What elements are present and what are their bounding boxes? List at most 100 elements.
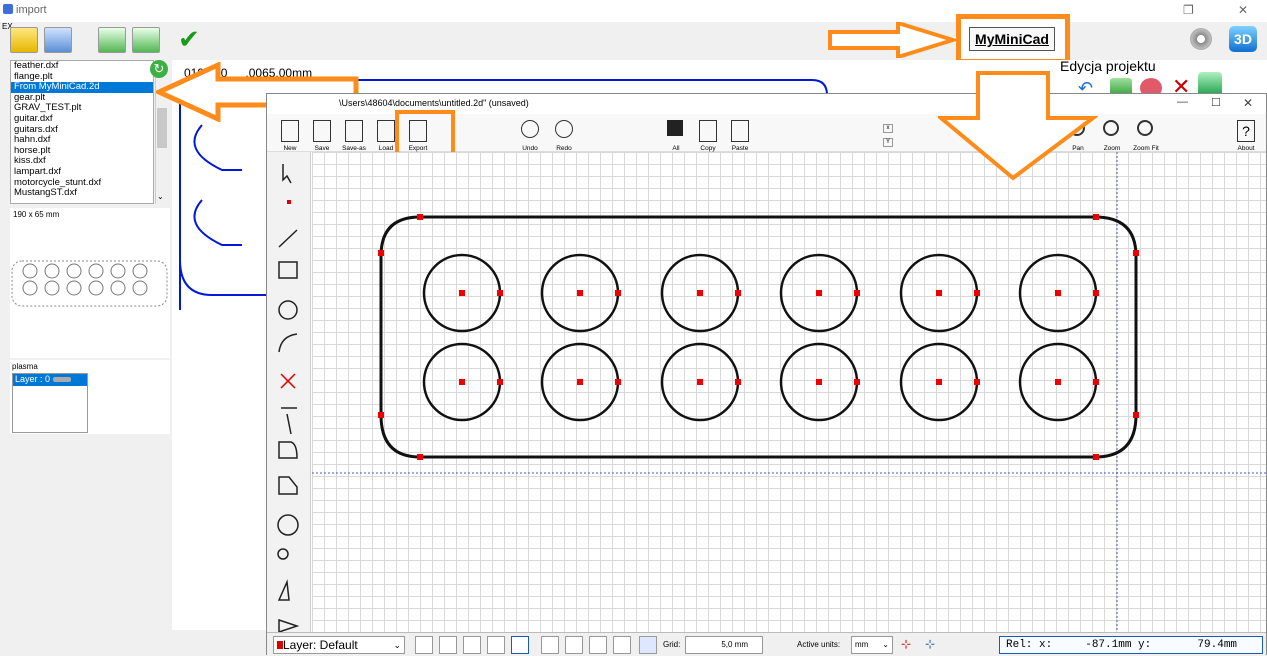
about-button[interactable]: ? About	[1229, 118, 1263, 152]
3d-view-icon[interactable]: 3D	[1229, 26, 1257, 52]
size-label: 190 x 65 mm	[13, 210, 60, 219]
units-label: Active units:	[797, 640, 841, 649]
save-button[interactable]: Save	[305, 118, 339, 152]
redo-arrow-icon	[555, 120, 573, 138]
zoom-fit-button[interactable]: Zoom Fit	[1129, 118, 1163, 152]
circle-tool-icon	[278, 300, 298, 320]
preview-panel: 190 x 65 mm	[10, 208, 170, 358]
chamfer-tool-icon	[278, 476, 298, 495]
select-all-icon	[667, 120, 683, 136]
snap-c-icon[interactable]	[511, 636, 529, 654]
select-all-button[interactable]: All	[659, 118, 693, 152]
layer-item-label: Layer : 0	[15, 374, 51, 384]
outer-restore-icon[interactable]: ❐	[1183, 3, 1194, 17]
scale-icon[interactable]	[463, 636, 481, 654]
paste-icon	[731, 120, 749, 142]
all-label: All	[672, 145, 680, 152]
zoom-fit-icon	[1137, 120, 1153, 136]
copy-label: Copy	[700, 145, 716, 152]
new-label: New	[283, 145, 297, 152]
edit-save-icon[interactable]	[44, 27, 72, 53]
copy-icon	[699, 120, 717, 142]
orange-arrow-down	[938, 71, 1098, 181]
copy-button[interactable]: Copy	[691, 118, 725, 152]
move-tool-icon	[278, 618, 300, 634]
layer-list[interactable]: Layer : 0	[12, 373, 88, 433]
hole-circles	[422, 253, 1098, 422]
cut-tool-icon	[281, 407, 297, 435]
drawing-canvas[interactable]	[312, 152, 1266, 632]
outer-close-icon[interactable]: ✕	[1238, 3, 1248, 17]
units-select[interactable]: mm ⌄	[851, 636, 893, 654]
app-icon	[3, 4, 13, 14]
outer-window-title: import	[16, 4, 47, 16]
trim-tool-icon	[280, 373, 296, 389]
outline-shape	[379, 215, 1138, 459]
layer-color-swatch	[52, 377, 71, 383]
chevron-down-icon[interactable]: ⌄	[157, 192, 164, 201]
arc-tool-icon	[278, 333, 298, 353]
close-icon[interactable]: ✕	[1243, 96, 1253, 110]
zoom-label: Zoom	[1103, 145, 1121, 152]
file-item[interactable]: lampart.dxf	[11, 166, 153, 178]
layer-item[interactable]: Layer : 0	[13, 374, 87, 386]
undo-button[interactable]: Undo	[513, 118, 547, 152]
minimize-icon[interactable]: —	[1177, 96, 1188, 108]
new-button[interactable]: New	[273, 118, 307, 152]
grid-size-input[interactable]: 5,0 mm	[685, 636, 763, 654]
save-icon	[313, 120, 331, 142]
mm-status-bar: Layer: Default ⌄ Grid: 5,0 mm Active unit…	[267, 632, 1266, 656]
add-file-icon[interactable]	[98, 27, 126, 53]
about-label: About	[1237, 145, 1255, 152]
snap-grid-icon[interactable]	[565, 636, 583, 654]
save-as-icon	[345, 120, 363, 142]
layer-select[interactable]: Layer: Default ⌄	[273, 636, 405, 654]
chevron-down-icon: ⌄	[882, 640, 889, 649]
maximize-icon[interactable]: ☐	[1211, 96, 1221, 109]
gear-icon[interactable]	[1190, 28, 1212, 50]
help-icon: ?	[1237, 120, 1255, 142]
file-item[interactable]: MustangST.dxf	[11, 188, 153, 199]
snap-ortho-icon[interactable]	[639, 636, 657, 654]
snap-magnet-icon[interactable]	[541, 636, 559, 654]
drawing	[312, 152, 1266, 632]
move-icon[interactable]	[415, 636, 433, 654]
file-item[interactable]: feather.dxf	[11, 61, 153, 72]
mymincad-brand-button[interactable]: MyMiniCad	[969, 27, 1055, 51]
crosshair-icon[interactable]: ⊹	[901, 637, 911, 651]
load-icon	[377, 120, 395, 142]
save-as-button[interactable]: Save-as	[337, 118, 371, 152]
snap-center-icon[interactable]	[589, 636, 607, 654]
snap-points	[378, 214, 1139, 460]
brand-highlight: MyMiniCad	[956, 14, 1070, 64]
material-label: plasma	[12, 362, 38, 371]
crosshair-blue-icon[interactable]: ⊹	[925, 637, 935, 651]
paste-button[interactable]: Paste	[723, 118, 757, 152]
mm-toolbar: New Save Save-as Load Export Undo Redo A…	[267, 110, 1266, 166]
redo-button[interactable]: Redo	[547, 118, 581, 152]
drawing-tools-panel	[267, 152, 311, 634]
save-label: Save	[314, 145, 330, 152]
rotate-icon[interactable]	[439, 636, 457, 654]
outer-toolbar: EX ✔ MyMiniCad 3D	[0, 14, 1267, 64]
file-item[interactable]: guitar.dxf	[11, 113, 153, 125]
new-file-icon	[281, 120, 299, 142]
relative-coords-readout: Rel: x: -87.1mm y: 79.4mm	[999, 636, 1263, 654]
mirror-tool-icon	[277, 579, 290, 601]
confirm-check-icon[interactable]: ✔	[178, 25, 200, 53]
undo-arrow-icon	[521, 120, 539, 138]
y-field-icon[interactable]: Y	[883, 138, 893, 147]
paste-label: Paste	[731, 145, 749, 152]
open-folder-icon[interactable]	[10, 27, 38, 53]
grid-label: Grid:	[663, 640, 681, 649]
snap-endpoint-icon[interactable]	[613, 636, 631, 654]
zoom-fit-label: Zoom Fit	[1133, 145, 1159, 152]
zoom-button[interactable]: Zoom	[1095, 118, 1129, 152]
chevron-down-icon: ⌄	[393, 640, 401, 650]
point-tool-icon	[287, 200, 291, 204]
x-field-icon[interactable]: x	[883, 124, 893, 133]
resize-icon[interactable]	[487, 636, 505, 654]
layers-panel: plasma Layer : 0	[10, 360, 170, 434]
file-list[interactable]: feather.dxf flange.plt From MyMiniCad.2d…	[10, 60, 154, 204]
import-arrow-icon[interactable]	[132, 27, 160, 53]
